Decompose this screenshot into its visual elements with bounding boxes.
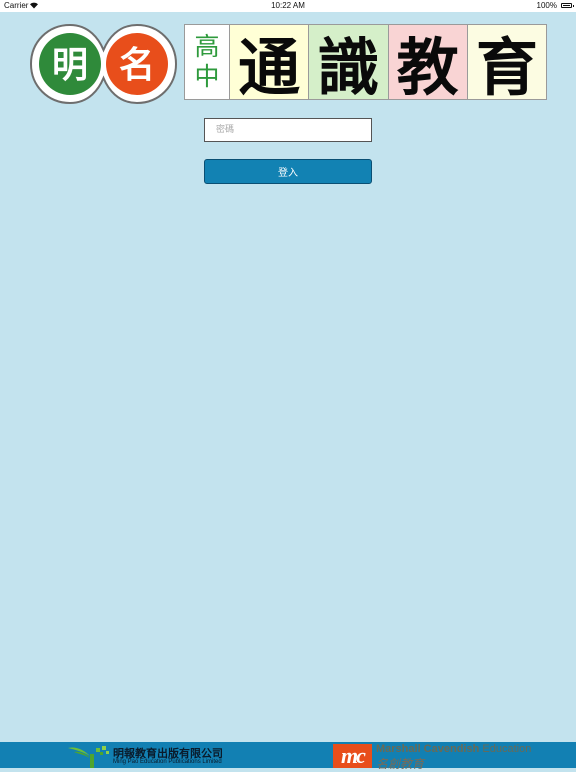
mc-brand-suffix: Education [482,743,532,755]
password-input[interactable] [204,118,372,142]
banner-grade-char-2: 中 [194,62,220,91]
banner-char-4: 育 [467,25,546,104]
login-button[interactable]: 登入 [204,159,372,184]
logo-char-ming: 明 [52,45,88,86]
marshall-cavendish-logo-icon: mc [333,744,372,768]
banner-char-2: 識 [309,25,389,104]
status-time: 10:22 AM [271,1,305,10]
marshall-cavendish-name-en: Marshall Cavendish Education [376,743,531,755]
status-bar: Carrier 10:22 AM 100% [0,0,576,12]
ming-pao-name-en: Ming Pao Education Publications Limited [113,759,222,765]
mc-brand: Marshall Cavendish [376,743,480,755]
banner-char-1: 通 [230,25,310,104]
banner-grade: 高 中 [185,25,230,99]
brand-logo: 明 名 [29,23,178,105]
banner-grade-char-1: 高 [194,32,220,61]
battery-icon [561,3,574,8]
ming-pao-logo-icon [68,746,109,768]
battery-percent: 100% [536,1,557,10]
logo-char-ming2: 名 [119,45,155,86]
marshall-cavendish-name-zh: 名創教育 [376,757,425,771]
title-banner: 高 中 通 識 教 育 [184,24,547,104]
banner-char-3: 教 [388,25,468,104]
